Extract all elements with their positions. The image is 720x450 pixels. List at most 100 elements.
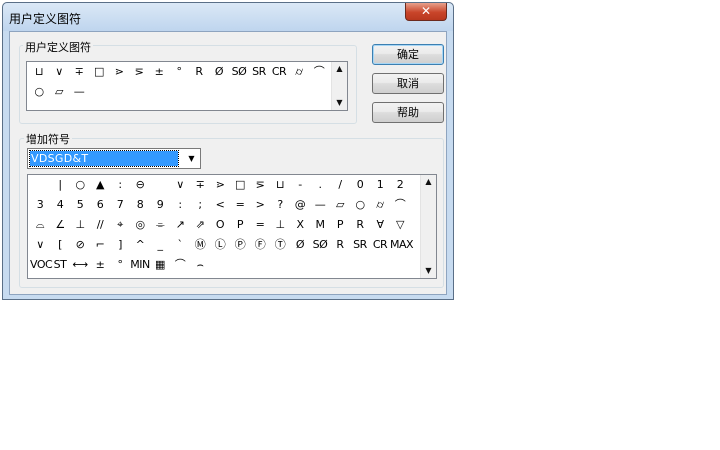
symbol-cell[interactable]: Ⓜ (190, 235, 210, 255)
symbol-cell[interactable]: Ⓛ (210, 235, 230, 255)
symbol-cell[interactable]: ? (270, 195, 290, 215)
symbol-cell[interactable]: 9 (150, 195, 170, 215)
symbol-cell[interactable]: < (210, 195, 230, 215)
symbol-cell[interactable]: ⇗ (190, 215, 210, 235)
symbol-cell[interactable]: ⊖ (130, 175, 150, 195)
symbol-font-combobox[interactable]: VDSGD&T ▼ (27, 148, 201, 169)
symbol-cell[interactable]: ⊔ (270, 175, 290, 195)
symbol-cell[interactable]: ⋝ (129, 62, 149, 82)
symbol-cell[interactable]: ^ (130, 235, 150, 255)
symbol-cell[interactable]: ] (110, 235, 130, 255)
symbol-cell[interactable]: ∨ (30, 235, 50, 255)
symbol-cell[interactable]: 3 (30, 195, 50, 215)
symbol-cell[interactable]: [ (50, 235, 70, 255)
symbol-cell[interactable]: ∨ (49, 62, 69, 82)
symbol-cell[interactable]: _ (150, 235, 170, 255)
symbol-cell[interactable]: R (330, 235, 350, 255)
symbol-cell[interactable]: Ⓣ (270, 235, 290, 255)
symbol-cell[interactable]: / (330, 175, 350, 195)
symbol-cell[interactable]: X (290, 215, 310, 235)
symbol-cell[interactable]: ⋗ (109, 62, 129, 82)
symbol-cell[interactable]: 7 (110, 195, 130, 215)
user-defined-symbol-list[interactable]: ⊔ ∨ ∓ □ ⋗ ⋝ ± ° R Ø SØ SR CR ⌭ ⌒ ○ ▱ — ▲ ▼ (26, 61, 348, 111)
symbol-cell[interactable]: SØ (310, 235, 330, 255)
symbol-cell[interactable]: ▽ (390, 215, 410, 235)
symbol-cell[interactable]: ∨ (170, 175, 190, 195)
symbol-cell[interactable]: : (170, 195, 190, 215)
symbol-cell[interactable]: ± (149, 62, 169, 82)
symbol-cell[interactable]: : (110, 175, 130, 195)
symbol-cell[interactable]: ↗ (170, 215, 190, 235)
symbol-cell[interactable]: ○ (70, 175, 90, 195)
symbol-cell[interactable]: ` (170, 235, 190, 255)
scroll-up-arrow-icon[interactable]: ▲ (421, 175, 436, 189)
cancel-button[interactable]: 取消 (372, 73, 444, 94)
symbol-cell[interactable]: M (310, 215, 330, 235)
symbol-cell[interactable]: — (310, 195, 330, 215)
symbol-cell[interactable]: ⋗ (210, 175, 230, 195)
symbol-cell[interactable]: Ø (290, 235, 310, 255)
symbol-cell[interactable]: Ø (209, 62, 229, 82)
symbol-cell[interactable]: ∓ (190, 175, 210, 195)
symbol-cell[interactable]: ⌒ (170, 255, 190, 275)
symbol-cell[interactable]: CR (370, 235, 390, 255)
symbol-cell[interactable]: R (350, 215, 370, 235)
symbol-cell[interactable]: 2 (390, 175, 410, 195)
symbol-cell[interactable]: ; (190, 195, 210, 215)
symbol-cell[interactable]: ST (50, 255, 70, 275)
symbol-cell[interactable]: VOC (30, 255, 53, 275)
user-defined-scrollbar[interactable]: ▲ ▼ (331, 62, 347, 110)
symbol-cell[interactable]: ⌐ (90, 235, 110, 255)
symbol-cell[interactable]: ○ (350, 195, 370, 215)
symbol-cell[interactable]: — (69, 82, 89, 102)
symbol-cell[interactable]: ▲ (90, 175, 110, 195)
symbol-cell[interactable] (30, 175, 50, 195)
symbol-cell[interactable]: P (330, 215, 350, 235)
symbol-cell[interactable]: 4 (50, 195, 70, 215)
symbol-cell[interactable]: ⌢ (190, 255, 210, 275)
symbol-cell[interactable]: > (250, 195, 270, 215)
scroll-up-arrow-icon[interactable]: ▲ (332, 62, 347, 76)
ok-button[interactable]: 确定 (372, 44, 444, 65)
symbol-cell[interactable]: Ⓟ (230, 235, 250, 255)
symbol-cell[interactable]: ⌖ (110, 215, 130, 235)
symbol-cell[interactable]: . (310, 175, 330, 195)
symbol-cell[interactable]: ○ (29, 82, 49, 102)
symbol-cell[interactable]: ⌒ (390, 195, 410, 215)
symbol-cell[interactable]: ± (90, 255, 110, 275)
symbol-cell[interactable]: 0 (350, 175, 370, 195)
symbol-cell[interactable]: ⋝ (250, 175, 270, 195)
symbol-cell[interactable]: ⊥ (70, 215, 90, 235)
scroll-down-arrow-icon[interactable]: ▼ (332, 96, 347, 110)
symbol-cell[interactable]: ∓ (69, 62, 89, 82)
symbol-cell[interactable]: P (230, 215, 250, 235)
title-bar[interactable]: 用户定义图符 ✕ (3, 3, 453, 31)
symbol-cell[interactable]: ▦ (150, 255, 170, 275)
symbol-cell[interactable]: 6 (90, 195, 110, 215)
symbol-cell[interactable]: @ (290, 195, 310, 215)
symbol-cell[interactable]: ∠ (50, 215, 70, 235)
symbol-cell[interactable]: ⌯ (150, 215, 170, 235)
symbol-cell[interactable]: 5 (70, 195, 90, 215)
symbol-cell[interactable]: CR (269, 62, 289, 82)
symbol-cell[interactable]: - (290, 175, 310, 195)
symbol-cell[interactable]: ⟷ (70, 255, 90, 275)
symbol-cell[interactable]: SR (350, 235, 370, 255)
symbol-cell[interactable]: ⌭ (370, 195, 390, 215)
symbol-cell[interactable]: = (230, 195, 250, 215)
symbol-cell[interactable]: ⌓ (30, 215, 50, 235)
help-button[interactable]: 帮助 (372, 102, 444, 123)
symbol-cell[interactable]: □ (89, 62, 109, 82)
symbol-cell[interactable]: ▱ (330, 195, 350, 215)
symbol-cell[interactable]: MIN (130, 255, 150, 275)
symbol-cell[interactable]: SØ (229, 62, 249, 82)
symbol-cell[interactable]: = (250, 215, 270, 235)
symbol-cell[interactable]: ◎ (130, 215, 150, 235)
symbol-cell[interactable]: R (189, 62, 209, 82)
symbol-cell[interactable]: ∀ (370, 215, 390, 235)
add-symbol-scrollbar[interactable]: ▲ ▼ (420, 175, 436, 278)
symbol-cell[interactable]: | (50, 175, 70, 195)
scroll-down-arrow-icon[interactable]: ▼ (421, 264, 436, 278)
symbol-cell[interactable]: 8 (130, 195, 150, 215)
symbol-cell[interactable]: ° (110, 255, 130, 275)
